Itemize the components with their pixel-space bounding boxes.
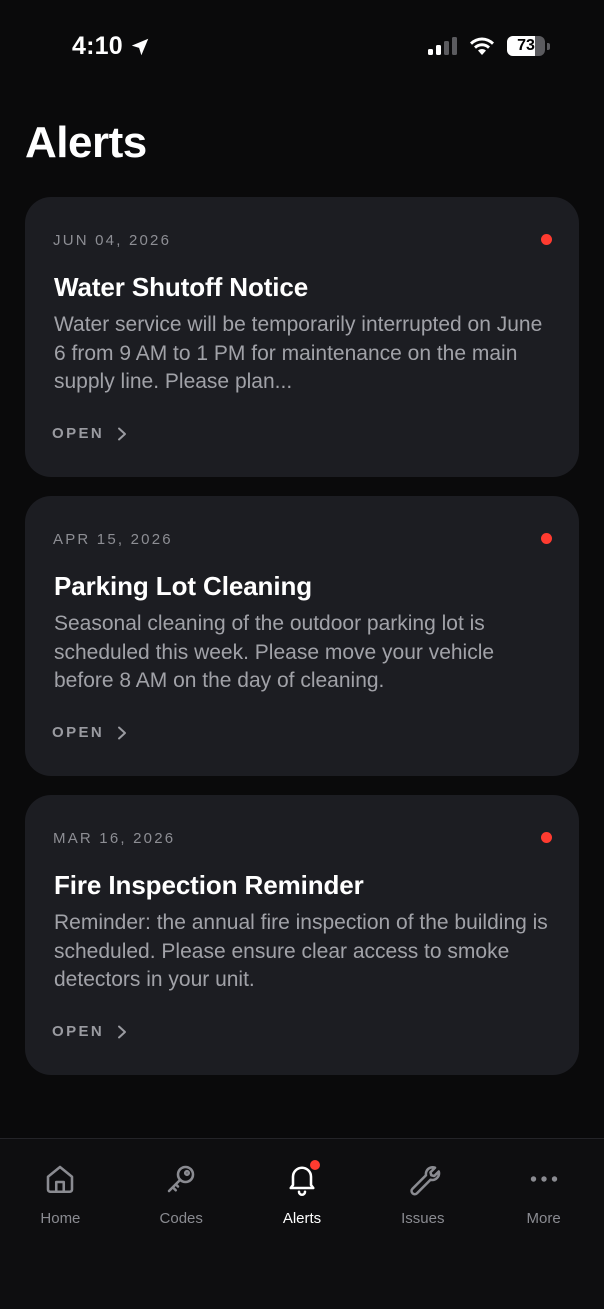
tab-label: More	[526, 1210, 561, 1227]
status-time-text: 4:10	[72, 32, 123, 60]
home-icon	[47, 1165, 74, 1194]
wifi-icon	[470, 37, 494, 55]
chevron-right-icon	[118, 1025, 127, 1038]
open-label: OPEN	[52, 1023, 105, 1040]
alert-date: MAR 16, 2026	[53, 830, 176, 847]
open-alert-button[interactable]: OPEN	[52, 724, 128, 741]
open-alert-button[interactable]: OPEN	[52, 1023, 128, 1040]
battery-percent: 73	[517, 37, 535, 54]
open-label: OPEN	[52, 724, 105, 741]
open-alert-button[interactable]: OPEN	[52, 425, 128, 442]
cellular-signal-icon	[428, 37, 457, 55]
notification-badge	[309, 1160, 320, 1170]
unread-indicator	[541, 533, 552, 544]
alert-body: Water service will be temporarily interr…	[54, 313, 543, 393]
status-bar: 4:10 73	[0, 0, 604, 96]
alert-title: Water Shutoff Notice	[54, 272, 309, 302]
battery-icon: 73	[507, 36, 545, 56]
tab-alerts[interactable]: Alerts	[242, 1139, 363, 1309]
more-icon	[530, 1176, 557, 1182]
tab-more[interactable]: More	[483, 1139, 604, 1309]
alert-body: Seasonal cleaning of the outdoor parking…	[54, 612, 495, 692]
status-indicators: 73	[428, 36, 550, 56]
status-time: 4:10	[72, 32, 151, 61]
open-label: OPEN	[52, 425, 105, 442]
alert-date: JUN 04, 2026	[53, 232, 172, 249]
tab-codes[interactable]: Codes	[121, 1139, 242, 1309]
tab-label: Codes	[159, 1210, 203, 1227]
wrench-icon	[410, 1166, 441, 1196]
location-arrow-icon	[131, 38, 149, 55]
tab-home[interactable]: Home	[0, 1139, 121, 1309]
unread-indicator	[541, 234, 552, 245]
alerts-list: JUN 04, 2026 Water Shutoff Notice Water …	[25, 197, 579, 1075]
alert-title: Fire Inspection Reminder	[54, 870, 364, 900]
alert-card[interactable]: MAR 16, 2026 Fire Inspection Reminder Re…	[25, 795, 579, 1075]
alert-body: Reminder: the annual fire inspection of …	[54, 911, 548, 991]
tab-label: Alerts	[282, 1210, 322, 1227]
tab-label: Issues	[401, 1210, 445, 1227]
key-icon	[167, 1165, 195, 1193]
chevron-right-icon	[118, 427, 127, 440]
tab-bar: Home Codes Alerts Issues More	[0, 1138, 604, 1309]
chevron-right-icon	[118, 726, 127, 739]
unread-indicator	[541, 832, 552, 843]
alert-date: APR 15, 2026	[53, 531, 173, 548]
page-title: Alerts	[25, 118, 147, 167]
alert-title: Parking Lot Cleaning	[54, 571, 313, 601]
tab-label: Home	[40, 1210, 81, 1227]
alert-card[interactable]: APR 15, 2026 Parking Lot Cleaning Season…	[25, 496, 579, 776]
tab-issues[interactable]: Issues	[362, 1139, 483, 1309]
battery-cap	[547, 42, 550, 50]
alert-card[interactable]: JUN 04, 2026 Water Shutoff Notice Water …	[25, 197, 579, 477]
